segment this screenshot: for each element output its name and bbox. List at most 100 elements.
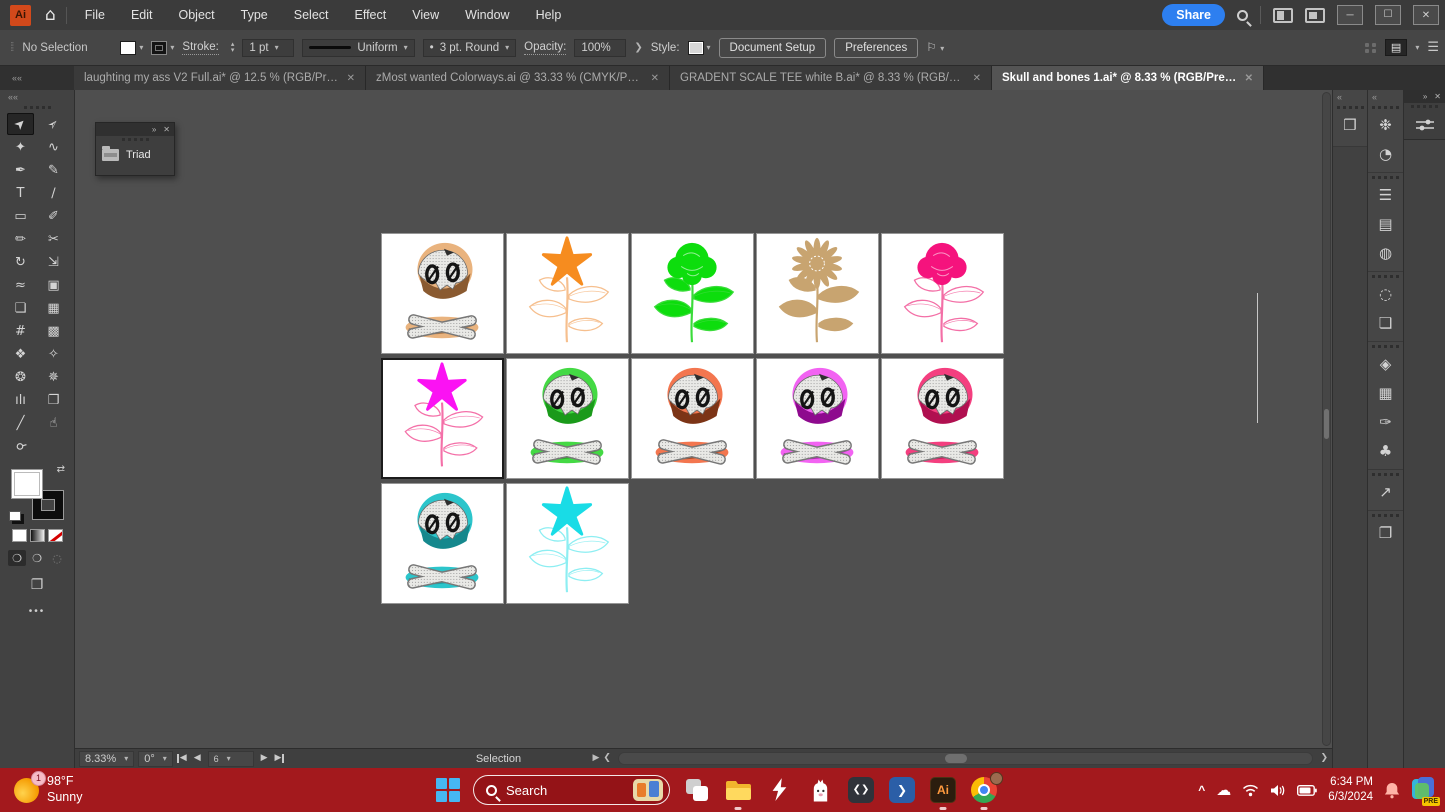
paintbrush-tool[interactable]: ✐ [40,205,67,227]
symbol-sprayer-tool[interactable]: ❂ [7,366,34,388]
hand-tool[interactable]: ☝ [40,412,67,434]
gradient-mode-button[interactable] [30,529,45,542]
shaper-tool[interactable]: ✏ [7,228,34,250]
collapse-tabs-icon[interactable]: «« [4,66,74,90]
align-options-icon[interactable]: ⚐ ▾ [926,42,944,54]
selection-tool[interactable]: ➤ [7,113,34,135]
menu-effect[interactable]: Effect [355,8,387,22]
stroke-weight-field[interactable]: 1 pt▾ [242,39,294,57]
color-guide-panel-icon[interactable]: ◔ [1368,140,1403,169]
panel-grip[interactable] [96,136,174,143]
tab-close-icon[interactable]: ✕ [973,73,981,84]
menu-object[interactable]: Object [179,8,215,22]
swap-fill-stroke-icon[interactable]: ⇄ [57,465,65,475]
artboard-11[interactable] [381,483,504,604]
stroke-panel-icon[interactable]: ☰ [1368,181,1403,210]
color-panel-icon[interactable]: ❉ [1368,111,1403,140]
graph-tool[interactable]: ılı [7,389,34,411]
style-swatch[interactable] [688,41,704,55]
draw-behind-button[interactable]: ❍ [28,550,46,566]
screen-mode-button[interactable]: ❐ [31,578,44,592]
menu-help[interactable]: Help [536,8,562,22]
fill-color-picker[interactable]: ▾ [120,41,143,55]
line-segment-tool[interactable]: ∕ [40,182,67,204]
preferences-button[interactable]: Preferences [834,38,918,58]
application-frame-icon[interactable] [1305,8,1325,23]
start-button[interactable] [436,778,460,802]
workspace-chevron-icon[interactable]: ▾ [1415,44,1419,52]
dock-grip[interactable] [1368,512,1403,519]
notification-bell-icon[interactable] [1384,782,1400,799]
scissors-tool[interactable]: ✂ [40,228,67,250]
tray-chevron-icon[interactable]: ^ [1198,783,1205,797]
dock-grip[interactable] [1368,174,1403,181]
export-panel-icon[interactable]: ↗ [1368,478,1403,507]
opacity-expand-icon[interactable]: ❯ [634,43,642,53]
chrome-icon[interactable] [970,776,998,804]
document-tab-active[interactable]: Skull and bones 1.ai* @ 8.33 % (RGB/Prev… [992,66,1264,90]
panel-expand-icon[interactable]: » [152,125,156,134]
last-artboard-button[interactable]: ▶ [275,754,285,763]
style-picker[interactable]: ▾ [688,41,711,55]
stroke-label[interactable]: Stroke: [182,41,218,55]
taskbar-search[interactable]: Search [473,775,670,805]
panel-menu-icon[interactable]: ☰ [1427,41,1439,54]
minimize-button[interactable]: ─ [1337,5,1363,25]
document-tab[interactable]: laughting my ass V2 Full.ai* @ 12.5 % (R… [74,66,366,90]
tab-close-icon[interactable]: ✕ [651,73,659,84]
eyedropper-tool[interactable]: ✧ [40,343,67,365]
gradient-tool[interactable]: ▩ [40,320,67,342]
touch-workspace-icon[interactable] [1365,43,1377,53]
dock-grip[interactable] [1368,104,1403,111]
graphic-styles-panel-icon[interactable]: ❏ [1368,309,1403,338]
vertical-scrollbar[interactable] [1322,92,1331,746]
menu-view[interactable]: View [412,8,439,22]
opacity-label[interactable]: Opacity: [524,41,566,55]
symbols-panel-icon[interactable]: ♣ [1368,437,1403,466]
menu-edit[interactable]: Edit [131,8,153,22]
toolbar-grip[interactable] [24,104,51,111]
document-setup-button[interactable]: Document Setup [719,38,827,58]
appearance-panel-icon[interactable]: ◌ [1368,280,1403,309]
maximize-button[interactable]: ☐ [1375,5,1401,25]
artboard-1[interactable] [381,233,504,354]
color-mode-button[interactable] [12,529,27,542]
collapse-dock-icon[interactable]: « [1368,90,1403,104]
perspective-grid-tool[interactable]: ▦ [40,297,67,319]
stroke-profile-select[interactable]: Uniform▾ [302,39,414,57]
dock-grip[interactable] [1368,273,1403,280]
status-expand-icon[interactable]: ▶ [592,754,599,763]
document-tab[interactable]: zMost wanted Colorways.ai @ 33.33 % (CMY… [366,66,670,90]
clock[interactable]: 6:34 PM 6/3/2024 [1328,775,1373,805]
copilot-icon[interactable]: PRE [1411,777,1437,803]
dark-brackets-app-icon[interactable]: ❮❯ [847,776,875,804]
pen-tool[interactable]: ✒ [7,159,34,181]
artboard-9[interactable] [756,358,879,479]
dock-grip[interactable] [1368,471,1403,478]
rotate-tool[interactable]: ↻ [7,251,34,273]
artboard-7[interactable] [506,358,629,479]
menu-type[interactable]: Type [241,8,268,22]
mesh-tool[interactable]: # [7,320,34,342]
dock-grip[interactable] [1368,343,1403,350]
hscroll-left-arrow[interactable]: ❮ [603,754,611,763]
gradient-panel-icon[interactable]: ▤ [1368,210,1403,239]
stroke-color-picker[interactable]: ▾ [151,41,174,55]
stroke-weight-stepper[interactable]: ▴▾ [231,42,235,53]
symbol-screener-tool[interactable]: ✵ [40,366,67,388]
artboard-10[interactable] [881,358,1004,479]
first-artboard-button[interactable]: ◀ [177,754,187,763]
tab-close-icon[interactable]: ✕ [347,73,355,84]
shape-builder-tool[interactable]: ❏ [7,297,34,319]
3d-and-materials-panel-icon[interactable]: ❒ [1343,111,1356,140]
artboard-4[interactable] [756,233,879,354]
horizontal-scrollbar-thumb[interactable] [945,754,967,763]
slice-tool[interactable]: ╱ [7,412,34,434]
artboards-panel-icon[interactable]: ▦ [1368,379,1403,408]
vertical-scrollbar-thumb[interactable] [1324,409,1329,439]
scale-tool[interactable]: ⇲ [40,251,67,273]
illustrator-icon[interactable]: Ai [929,776,957,804]
next-artboard-button[interactable]: ▶ [261,754,268,763]
menu-file[interactable]: File [85,8,105,22]
artboard-tool[interactable]: ❐ [40,389,67,411]
